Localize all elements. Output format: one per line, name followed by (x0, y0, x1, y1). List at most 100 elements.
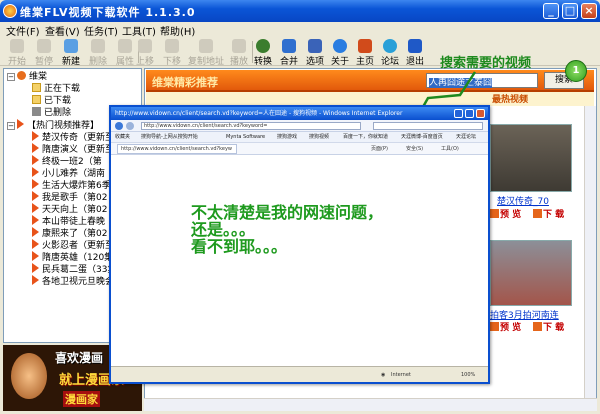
minimize-button[interactable]: _ (543, 3, 559, 19)
preview-button[interactable]: 预 览 (490, 320, 521, 333)
home-icon (358, 39, 372, 53)
hot-item[interactable]: 各地卫视元旦晚会 (32, 275, 114, 287)
hot-item[interactable]: 楚汉传奇（更新至 (32, 131, 114, 143)
copy-url-button[interactable]: 复制地址 (186, 39, 226, 67)
homepage-button[interactable]: 主页 (352, 39, 378, 67)
down-arrow-icon (165, 39, 179, 53)
collapse-icon[interactable]: − (7, 73, 15, 81)
hot-item[interactable]: 我是歌手（第02 (32, 191, 107, 203)
favorites-item[interactable]: 收藏夹 (115, 132, 130, 142)
ie-title: http://www.vidown.cn/client/search.vd?ke… (115, 110, 403, 117)
arrow-icon (32, 263, 39, 273)
playback-icon (232, 39, 246, 53)
download-button[interactable]: 下 载 (533, 207, 564, 220)
favorites-item[interactable]: Mynta Software (226, 132, 265, 142)
favorites-item[interactable]: 搜狗导航-上网从搜狗开始 (141, 132, 198, 142)
globe-icon: ◉ (381, 372, 386, 378)
menu-file[interactable]: 文件(F) (6, 23, 40, 38)
pause-icon (37, 39, 51, 53)
properties-icon (118, 39, 132, 53)
ie-search-field[interactable] (373, 122, 483, 130)
menu-view[interactable]: 查看(V) (45, 23, 80, 38)
favorites-item[interactable]: 天涯微博-百度首页 (401, 132, 443, 142)
download-icon (533, 322, 542, 331)
ie-safety-menu[interactable]: 安全(S) (406, 143, 423, 154)
exit-button[interactable]: 退出 (402, 39, 428, 67)
start-button[interactable]: 开始 (4, 39, 30, 67)
preview-icon (490, 209, 499, 218)
ie-title-bar[interactable]: http://www.vidown.cn/client/search.vd?ke… (111, 107, 488, 120)
favorites-item[interactable]: 搜狗视频 (309, 132, 329, 142)
close-button[interactable]: × (581, 3, 597, 19)
favorites-item[interactable]: 搜狗游戏 (277, 132, 297, 142)
title-bar[interactable]: 维棠FLV视频下载软件 1.1.3.0 _ □ × (0, 0, 600, 22)
back-icon[interactable] (115, 122, 123, 130)
maximize-button[interactable]: □ (562, 3, 578, 19)
content-scrollbar[interactable] (584, 106, 596, 398)
hot-item[interactable]: 本山带徒上春晚（ (32, 215, 114, 227)
banner-title: 维棠精彩推荐 (152, 76, 218, 89)
app-icon (3, 4, 17, 18)
copy-icon (199, 39, 213, 53)
hot-item[interactable]: 隋唐英雄（120集 (32, 251, 113, 263)
window-title: 维棠FLV视频下载软件 1.1.3.0 (20, 6, 196, 19)
menu-help[interactable]: 帮助(H) (160, 23, 195, 38)
video-title-link[interactable]: 楚汉传奇_70 (497, 194, 549, 207)
ie-url-field[interactable]: http://www.vidown.cn/client/search.vd?ke… (141, 122, 361, 130)
tree-root[interactable]: − 维棠 (7, 71, 47, 83)
arrow-icon (32, 179, 39, 189)
ad-line1: 喜欢漫画 (55, 351, 104, 365)
play-button[interactable]: 播放 (226, 39, 252, 67)
arrow-icon (32, 131, 39, 141)
ie-tab-bar: http://www.vidown.cn/client/search.vd?ke… (111, 143, 488, 155)
favorites-item[interactable]: 百度一下，你就知道 (343, 132, 388, 142)
tree-item-downloaded[interactable]: 已下载 (32, 95, 71, 107)
hot-item[interactable]: 火影忍者（更新至 (32, 239, 114, 251)
new-button[interactable]: 新建 (58, 39, 84, 67)
arrow-icon (32, 143, 39, 153)
ie-window[interactable]: http://www.vidown.cn/client/search.vd?ke… (109, 105, 490, 384)
tree-item-deleted[interactable]: 已删除 (32, 107, 71, 119)
horizontal-scrollbar[interactable] (144, 398, 597, 411)
about-button[interactable]: 关于 (327, 39, 353, 67)
merge-button[interactable]: 合并 (276, 39, 302, 67)
video-thumbnail[interactable] (490, 240, 572, 306)
favorites-item[interactable]: 天涯论坛 (456, 132, 476, 142)
tree-item-downloading[interactable]: 正在下载 (32, 83, 80, 95)
hot-item[interactable]: 天天向上（第02 (32, 203, 107, 215)
ie-maximize-button[interactable] (465, 109, 474, 118)
hot-item[interactable]: 隋唐演义（更新至 (32, 143, 114, 155)
move-up-button[interactable]: 上移 (132, 39, 158, 67)
video-thumbnail[interactable] (490, 124, 572, 192)
site-banner: 维棠精彩推荐 人再囧途之泰囧 搜索 (146, 70, 594, 92)
forward-icon[interactable] (126, 122, 134, 130)
convert-button[interactable]: 转换 (250, 39, 276, 67)
ad-line3: 漫画家 (63, 391, 100, 407)
forum-button[interactable]: 论坛 (377, 39, 403, 67)
download-button[interactable]: 下 载 (533, 320, 564, 333)
ie-tab[interactable]: http://www.vidown.cn/client/search.vd?ke… (117, 144, 237, 154)
collapse-icon[interactable]: − (7, 122, 15, 130)
options-button[interactable]: 选项 (302, 39, 328, 67)
hot-item[interactable]: 小儿难养（湖南 (32, 167, 105, 179)
hot-item[interactable]: 生活大爆炸第6季 (32, 179, 111, 191)
preview-button[interactable]: 预 览 (490, 207, 521, 220)
merge-icon (282, 39, 296, 53)
menu-tools[interactable]: 工具(T) (122, 23, 156, 38)
folder-icon (32, 95, 41, 104)
ie-close-button[interactable] (476, 109, 485, 118)
trash-icon (32, 107, 41, 116)
hot-item[interactable]: 康熙来了（第02 (32, 227, 107, 239)
move-down-button[interactable]: 下移 (159, 39, 185, 67)
delete-button[interactable]: 删除 (85, 39, 111, 67)
ie-minimize-button[interactable] (454, 109, 463, 118)
hot-item[interactable]: 民兵葛二蛋（33集 (32, 263, 116, 275)
tree-hot-root[interactable]: − 【热门视频推荐】 (7, 119, 99, 131)
ie-zoom[interactable]: 100% (461, 368, 475, 382)
pause-button[interactable]: 暂停 (31, 39, 57, 67)
hot-item[interactable]: 终极一班2（第 (32, 155, 102, 167)
menu-task[interactable]: 任务(T) (84, 23, 118, 38)
ie-tools-menu[interactable]: 工具(O) (441, 143, 459, 154)
help-icon (333, 39, 347, 53)
ie-page-menu[interactable]: 页面(P) (371, 143, 388, 154)
